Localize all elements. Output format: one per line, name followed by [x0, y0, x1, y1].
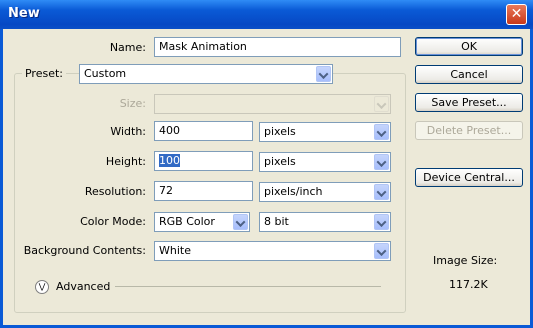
preset-label: Preset: [21, 67, 66, 80]
height-unit-select[interactable]: pixels [259, 152, 391, 172]
background-contents-value: White [159, 244, 191, 257]
width-unit-value: pixels [264, 125, 296, 138]
resolution-unit-select[interactable]: pixels/inch [259, 182, 391, 202]
resolution-input[interactable]: 72 [154, 181, 253, 201]
title-bar[interactable]: New ✕ [0, 0, 533, 29]
bit-depth-select[interactable]: 8 bit [259, 212, 391, 232]
image-size-value: 117.2K [449, 278, 488, 291]
height-value: 100 [159, 154, 180, 167]
resolution-unit-value: pixels/inch [264, 185, 323, 198]
preset-select[interactable]: Custom [79, 64, 333, 84]
width-unit-select[interactable]: pixels [259, 122, 391, 142]
new-document-dialog: New ✕ Name: Mask Animation Preset: Custo… [0, 0, 533, 328]
ok-button[interactable]: OK [415, 37, 523, 56]
height-unit-value: pixels [264, 155, 296, 168]
close-icon: ✕ [510, 6, 523, 22]
size-label: Size: [119, 97, 146, 110]
chevron-down-icon[interactable] [233, 214, 248, 230]
window-title: New [8, 6, 40, 21]
chevron-down-icon[interactable] [374, 124, 389, 140]
background-contents-label: Background Contents: [23, 244, 146, 257]
color-mode-select[interactable]: RGB Color [154, 212, 250, 232]
color-mode-label: Color Mode: [80, 215, 146, 228]
chevron-down-icon[interactable] [316, 66, 331, 82]
preset-value: Custom [84, 67, 127, 80]
chevron-down-icon[interactable] [374, 243, 389, 259]
background-contents-select[interactable]: White [154, 241, 391, 261]
name-value: Mask Animation [159, 40, 247, 53]
delete-preset-button: Delete Preset... [415, 121, 523, 140]
size-select[interactable] [154, 94, 391, 114]
name-label: Name: [109, 41, 146, 54]
chevron-down-icon [374, 96, 389, 112]
image-size-label: Image Size: [433, 254, 498, 267]
name-input[interactable]: Mask Animation [154, 37, 401, 57]
width-value: 400 [159, 124, 180, 137]
chevron-down-icon[interactable] [374, 184, 389, 200]
save-preset-button[interactable]: Save Preset... [415, 93, 523, 112]
chevron-down-icon[interactable] [374, 154, 389, 170]
device-central-button[interactable]: Device Central... [415, 168, 523, 187]
bit-depth-value: 8 bit [264, 215, 289, 228]
width-input[interactable]: 400 [154, 121, 253, 141]
resolution-label: Resolution: [84, 185, 146, 198]
resolution-value: 72 [159, 184, 173, 197]
color-mode-value: RGB Color [159, 215, 215, 228]
height-input[interactable]: 100 [154, 151, 253, 171]
cancel-button[interactable]: Cancel [415, 65, 523, 84]
chevron-down-icon[interactable] [374, 214, 389, 230]
height-label: Height: [105, 155, 146, 168]
advanced-toggle[interactable]: Advanced [56, 280, 110, 293]
chevron-double-down-icon[interactable]: ⋁ [35, 280, 49, 294]
advanced-divider [115, 286, 381, 287]
close-button[interactable]: ✕ [506, 4, 527, 25]
width-label: Width: [110, 125, 146, 138]
